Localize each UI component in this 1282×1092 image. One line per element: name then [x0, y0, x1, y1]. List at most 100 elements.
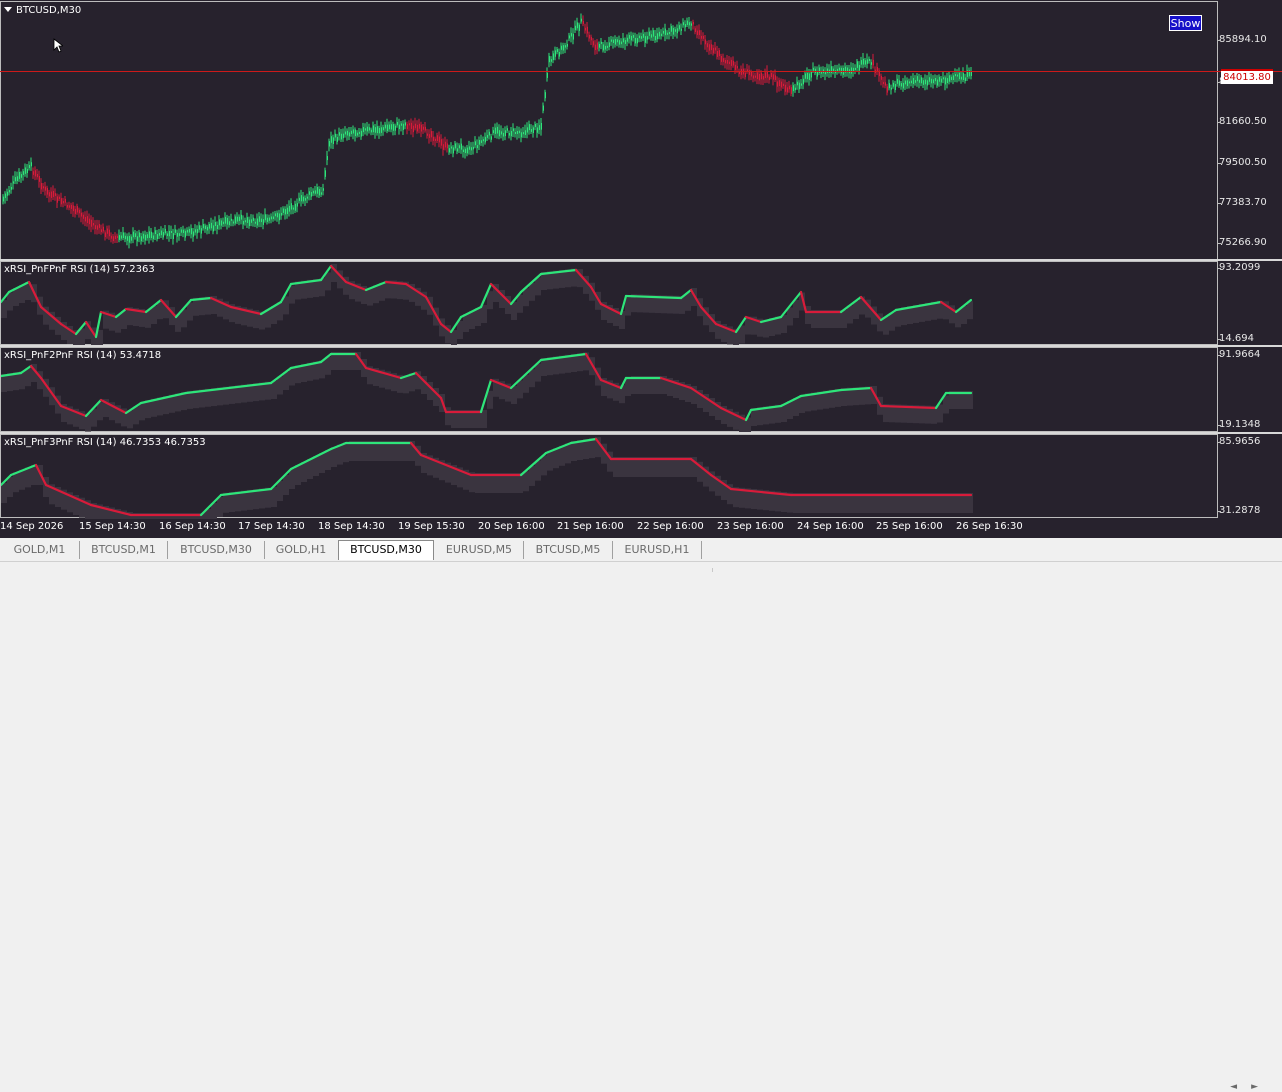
candle-body — [494, 127, 496, 134]
indicator-2-axis[interactable]: 91.9664 19.1348 — [1217, 347, 1282, 432]
candle-body — [936, 79, 938, 86]
candle-body — [528, 124, 530, 131]
chart-title[interactable]: BTCUSD,M30 — [4, 5, 81, 16]
candle-body — [730, 59, 732, 66]
show-button[interactable]: Show — [1169, 15, 1202, 31]
candle-body — [652, 30, 654, 37]
time-label: 21 Sep 16:00 — [557, 521, 624, 532]
indicator-1-label: xRSI_PnFPnF RSI (14) 57.2363 — [4, 264, 155, 275]
tab-btcusd-m1[interactable]: BTCUSD,M1 — [80, 541, 168, 559]
candle-body — [444, 141, 446, 148]
candle-body — [108, 229, 110, 237]
candlestick-chart[interactable] — [1, 2, 1219, 261]
price-axis[interactable]: 85894.10 83777.30 81660.50 79500.50 7738… — [1218, 1, 1282, 260]
candle-body — [140, 236, 142, 242]
indicator-1-max: 93.2099 — [1217, 262, 1261, 273]
candle-body — [424, 126, 426, 131]
signal-band — [19, 469, 25, 490]
candle-body — [468, 146, 470, 150]
candle-body — [738, 71, 740, 75]
signal-band — [529, 369, 535, 388]
candle-body — [480, 140, 482, 143]
signal-band — [583, 439, 589, 460]
signal-band — [277, 481, 283, 501]
tab-btcusd-m30[interactable]: BTCUSD,M30 — [168, 541, 265, 559]
candle-body — [534, 123, 536, 128]
indicator-1-axis[interactable]: 93.2099 14.694 — [1217, 261, 1282, 345]
candle-body — [636, 38, 638, 44]
candle-body — [450, 146, 452, 149]
current-price-label: 84013.80 — [1221, 69, 1273, 84]
candle-body — [910, 80, 912, 84]
candle-body — [728, 61, 730, 65]
candle-body — [38, 176, 40, 182]
tab-btcusd-m30-active[interactable]: BTCUSD,M30 — [338, 540, 434, 560]
time-label: 16 Sep 14:30 — [159, 521, 226, 532]
candle-body — [434, 138, 436, 141]
dropdown-triangle-icon[interactable] — [4, 7, 12, 12]
candle-body — [268, 217, 270, 221]
indicator-3-axis[interactable]: 85.9656 31.2878 — [1217, 434, 1282, 518]
signal-band — [535, 460, 541, 481]
candle-body — [462, 149, 464, 153]
indicator-pane-1[interactable]: xRSI_PnFPnF RSI (14) 57.2363 — [0, 261, 1218, 346]
candle-body — [542, 105, 544, 111]
candle-body — [386, 124, 388, 132]
candle-body — [324, 170, 326, 177]
candle-body — [166, 233, 168, 236]
candle-body — [270, 216, 272, 220]
tab-gold-h1[interactable]: GOLD,H1 — [265, 541, 337, 559]
tab-btcusd-m5[interactable]: BTCUSD,M5 — [524, 541, 613, 559]
candle-body — [404, 122, 406, 126]
current-price-line[interactable] — [0, 71, 1282, 72]
candle-body — [102, 226, 104, 232]
candle-body — [824, 71, 826, 75]
signal-band — [343, 442, 349, 463]
candle-body — [128, 235, 130, 243]
scroll-right-icon[interactable]: ► — [1251, 1082, 1272, 1092]
candle-body — [352, 129, 354, 134]
tab-gold-m1[interactable]: GOLD,M1 — [0, 541, 80, 559]
indicator-pane-3[interactable]: xRSI_PnF3PnF RSI (14) 46.7353 46.7353 — [0, 434, 1218, 519]
candle-body — [454, 143, 456, 149]
candle-body — [490, 136, 492, 140]
chart-window[interactable]: BTCUSD,M30 Show 85894.10 83777.30 81660.… — [0, 0, 1282, 538]
candle-body — [94, 225, 96, 230]
candle-body — [858, 64, 860, 71]
candle-body — [222, 221, 224, 225]
signal-band — [511, 302, 517, 320]
candle-body — [280, 212, 282, 216]
indicator-2-label: xRSI_PnF2PnF RSI (14) 53.4718 — [4, 350, 162, 361]
candle-body — [896, 78, 898, 84]
scroll-left-icon[interactable]: ◄ — [1230, 1082, 1251, 1092]
signal-band — [223, 492, 229, 513]
candle-body — [118, 235, 120, 240]
candle-body — [154, 230, 156, 235]
candle-body — [60, 198, 62, 205]
candle-body — [158, 232, 160, 236]
candle-body — [184, 230, 186, 238]
candle-body — [546, 72, 548, 78]
tab-eurusd-m5[interactable]: EURUSD,M5 — [435, 541, 524, 559]
candle-body — [6, 191, 8, 196]
candle-body — [82, 214, 84, 219]
indicator-pane-2[interactable]: xRSI_PnF2PnF RSI (14) 53.4718 — [0, 347, 1218, 433]
candle-body — [626, 37, 628, 42]
signal-band — [535, 277, 541, 296]
candle-body — [464, 148, 466, 154]
candle-body — [710, 44, 712, 51]
candle-body — [416, 124, 418, 132]
candle-body — [206, 226, 208, 231]
price-pane[interactable]: BTCUSD,M30 Show — [0, 1, 1218, 260]
tab-eurusd-h1[interactable]: EURUSD,H1 — [613, 541, 702, 559]
candle-body — [218, 219, 220, 226]
time-axis[interactable]: 14 Sep 2026 15 Sep 14:30 16 Sep 14:30 17… — [0, 519, 1218, 538]
candle-body — [580, 18, 582, 22]
time-label: 23 Sep 16:00 — [717, 521, 784, 532]
candle-body — [786, 87, 788, 93]
signal-band — [487, 291, 493, 310]
signal-band — [31, 465, 37, 485]
candle-body — [116, 235, 118, 238]
indicator-3-min: 31.2878 — [1217, 505, 1261, 516]
candle-body — [544, 92, 546, 99]
